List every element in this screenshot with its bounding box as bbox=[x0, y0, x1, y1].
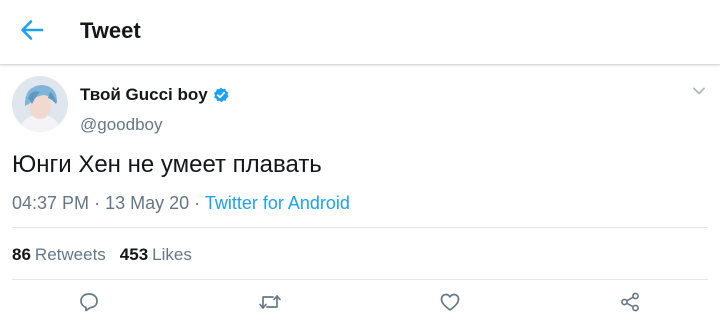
like-button[interactable] bbox=[430, 291, 470, 317]
tweet-time: 04:37 PM bbox=[12, 193, 90, 213]
divider bbox=[12, 227, 708, 228]
page-title: Tweet bbox=[80, 18, 141, 43]
tweet-detail: Твой Gucci boy @goodboy Юнги Хен не умее… bbox=[0, 65, 720, 330]
avatar[interactable] bbox=[12, 76, 68, 132]
retweet-button[interactable] bbox=[250, 291, 290, 317]
arrow-left-icon bbox=[19, 18, 45, 47]
divider bbox=[12, 279, 708, 280]
meta-separator: · bbox=[194, 193, 201, 213]
likes-label: Likes bbox=[152, 245, 192, 264]
retweets-stat[interactable]: 86 Retweets bbox=[12, 245, 106, 265]
tweet-date: 13 May 20 bbox=[105, 193, 190, 213]
retweet-icon bbox=[258, 291, 282, 318]
retweets-count: 86 bbox=[12, 245, 31, 264]
author-handle[interactable]: @goodboy bbox=[80, 115, 163, 135]
verified-badge-icon bbox=[213, 87, 229, 103]
meta-separator: · bbox=[94, 193, 101, 213]
tweet-meta: 04:37 PM · 13 May 20 · Twitter for Andro… bbox=[12, 193, 350, 214]
share-button[interactable] bbox=[610, 291, 650, 317]
tweet-stats: 86 Retweets 453 Likes bbox=[12, 245, 192, 265]
app-header: Tweet bbox=[0, 0, 720, 65]
share-icon bbox=[619, 291, 641, 318]
retweets-label: Retweets bbox=[34, 245, 106, 264]
author-display-name[interactable]: Твой Gucci boy bbox=[80, 85, 208, 105]
tweet-text: Юнги Хен не умеет плавать bbox=[12, 151, 322, 178]
reply-icon bbox=[78, 291, 100, 318]
chevron-down-icon[interactable] bbox=[692, 83, 706, 101]
likes-count: 453 bbox=[119, 245, 149, 264]
heart-icon bbox=[439, 291, 461, 318]
likes-stat[interactable]: 453 Likes bbox=[120, 245, 192, 265]
reply-button[interactable] bbox=[69, 291, 109, 317]
tweet-source-link[interactable]: Twitter for Android bbox=[205, 193, 350, 213]
back-button[interactable] bbox=[14, 16, 50, 48]
